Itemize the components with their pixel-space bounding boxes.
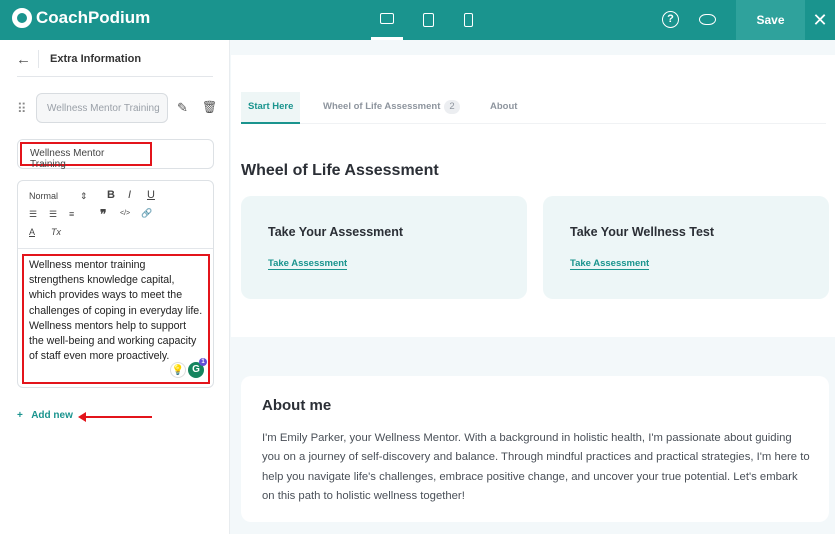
tablet-icon (422, 13, 434, 27)
about-text: I'm Emily Parker, your Wellness Mentor. … (262, 432, 810, 502)
add-new-button[interactable]: + Add new (17, 410, 73, 421)
about-title: About me (262, 397, 332, 414)
bullet-list-icon[interactable]: ☰ (49, 209, 57, 220)
grammarly-widget[interactable]: 💡 G 1 (170, 358, 207, 378)
desktop-view-button[interactable] (371, 0, 403, 40)
quote-button[interactable]: ❞ (100, 207, 106, 221)
clear-format-button[interactable]: Tx (51, 227, 61, 237)
panel-title: Extra Information (50, 53, 142, 65)
about-card: About me I'm Emily Parker, your Wellness… (241, 376, 829, 522)
preview-eye-icon[interactable] (699, 14, 716, 25)
top-bar: CoachPodium ? Save ✕ (0, 0, 835, 40)
save-button[interactable]: Save (736, 0, 805, 40)
brand-name: CoachPodium (36, 8, 151, 27)
tablet-view-button[interactable] (412, 0, 444, 40)
underline-button[interactable]: U (147, 189, 155, 201)
align-icon[interactable]: ≡ (69, 209, 74, 219)
add-new-label: Add new (31, 410, 73, 421)
tab-about[interactable]: About (490, 92, 517, 124)
title-input[interactable]: Wellness Mentor Training (17, 139, 214, 170)
desktop-icon (380, 13, 394, 24)
grammarly-icon[interactable]: G1 (188, 358, 207, 378)
count-badge: 2 (444, 100, 460, 114)
tab-start-here[interactable]: Start Here (241, 92, 301, 124)
annotation-arrow (78, 412, 152, 422)
preview-area: Start Here Wheel of Life Assessment 2 Abo… (231, 55, 835, 337)
tab-bar: Start Here Wheel of Life Assessment 2 Abo… (241, 92, 826, 124)
plus-icon: + (17, 410, 23, 421)
lightbulb-icon[interactable]: 💡 (170, 362, 186, 378)
mobile-view-button[interactable] (452, 0, 484, 40)
grammarly-letter: G (192, 364, 200, 375)
mobile-icon (463, 13, 473, 27)
back-arrow-icon[interactable]: ← (16, 51, 31, 68)
help-icon[interactable]: ? (662, 11, 679, 28)
edit-icon[interactable]: ✎ (177, 100, 188, 116)
card-title: Take Your Assessment (268, 225, 404, 239)
select-arrows-icon: ⇕ (80, 191, 88, 201)
divider (38, 50, 39, 68)
title-input-value[interactable]: Wellness Mentor Training (20, 142, 152, 170)
editor-body[interactable]: Wellness mentor training strengthens kno… (22, 254, 210, 384)
take-assessment-link[interactable]: Take Assessment (570, 258, 650, 270)
trash-icon[interactable]: 🗑 (202, 100, 217, 114)
assessment-card: Take Your Assessment Take Assessment (241, 196, 527, 299)
editor-panel: ← Extra Information ⠿ Wellness Mentor Tr… (0, 40, 230, 534)
tab-wheel-of-life[interactable]: Wheel of Life Assessment 2 (323, 92, 460, 124)
code-button[interactable]: </> (120, 210, 130, 217)
editor-toolbar: Normal ⇕ B I U ☰ ☰ ≡ ❞ </> 🔗 A Tx (18, 181, 213, 249)
italic-button[interactable]: I (128, 189, 131, 201)
divider (17, 76, 213, 77)
card-title: Take Your Wellness Test (570, 225, 715, 239)
logo: CoachPodium (12, 8, 150, 28)
ordered-list-icon[interactable]: ☰ (29, 209, 37, 220)
grammarly-badge: 1 (199, 358, 207, 366)
close-icon[interactable]: ✕ (805, 0, 835, 40)
format-select[interactable]: Normal (29, 191, 58, 201)
bold-button[interactable]: B (107, 189, 115, 201)
section-title: Wheel of Life Assessment (241, 162, 439, 179)
link-icon[interactable]: 🔗 (141, 208, 152, 219)
rich-text-editor[interactable]: Normal ⇕ B I U ☰ ☰ ≡ ❞ </> 🔗 A Tx Wellne… (17, 180, 214, 388)
logo-icon (12, 8, 32, 28)
text-color-button[interactable]: A (29, 227, 35, 237)
wellness-test-card: Take Your Wellness Test Take Assessment (543, 196, 829, 299)
item-chip[interactable]: Wellness Mentor Training (36, 93, 168, 123)
take-assessment-link[interactable]: Take Assessment (268, 258, 348, 270)
drag-handle-icon[interactable]: ⠿ (17, 101, 26, 117)
body-text: Wellness mentor training strengthens kno… (29, 259, 203, 363)
tab-label: Wheel of Life Assessment (323, 101, 441, 112)
